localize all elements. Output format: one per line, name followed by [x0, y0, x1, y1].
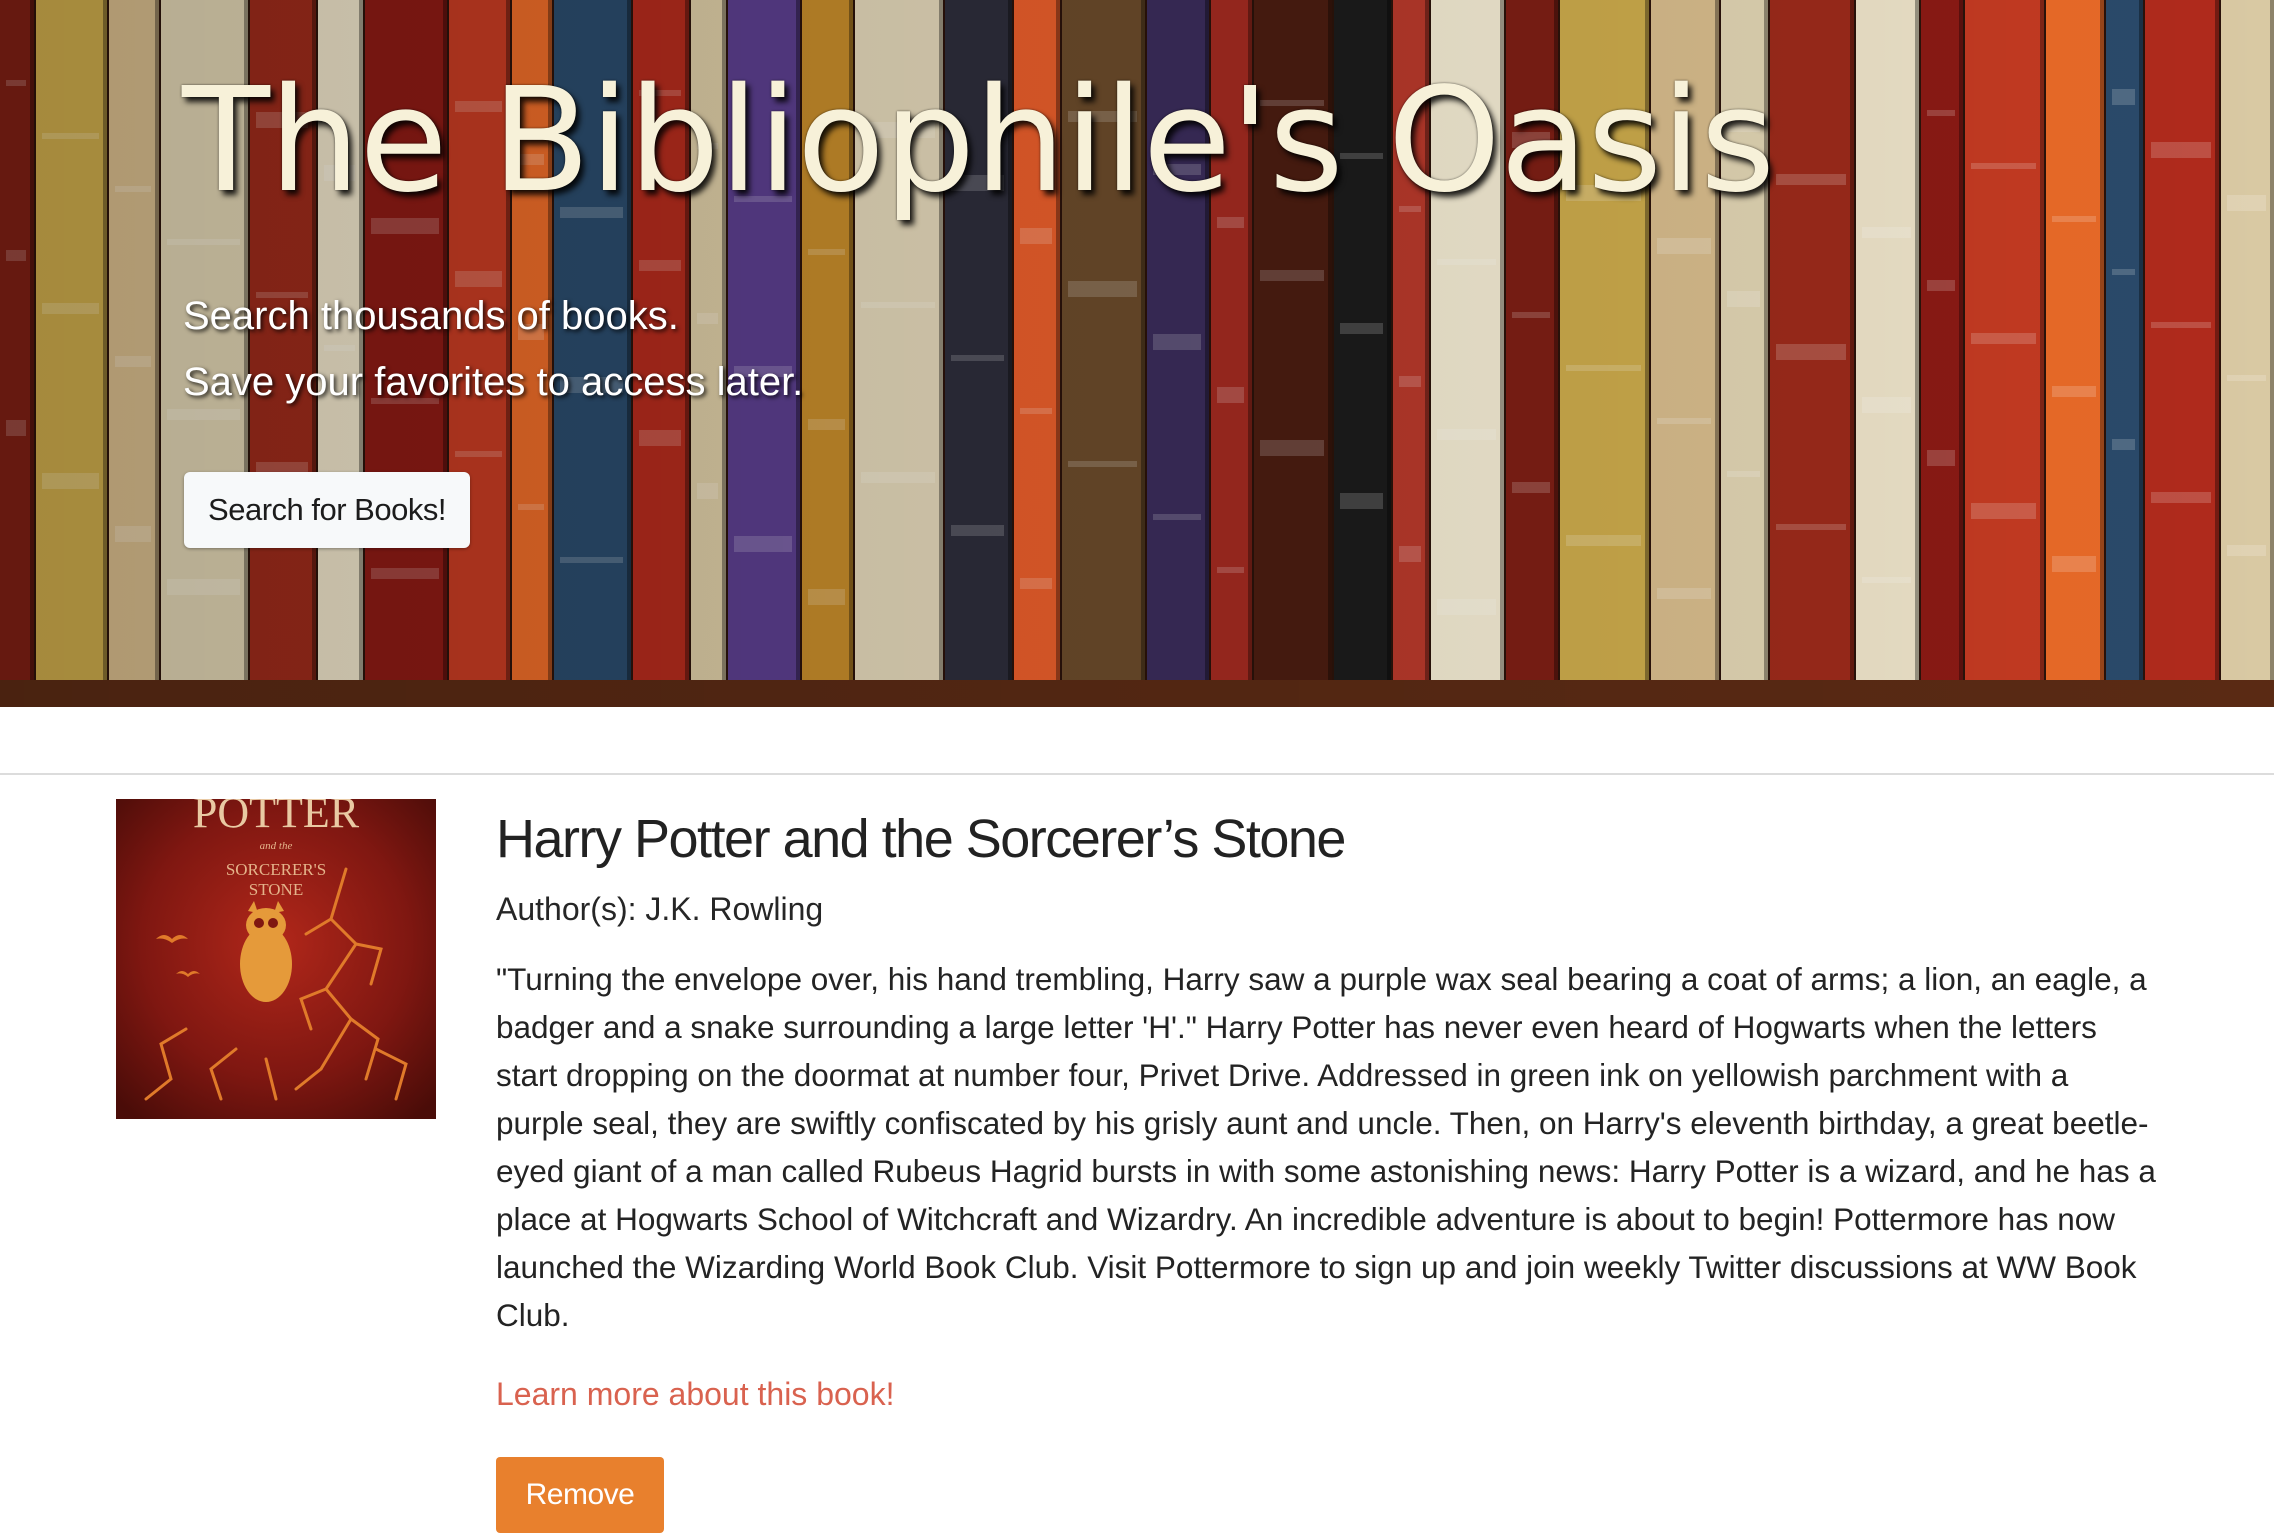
book-description: "Turning the envelope over, his hand tre… [496, 961, 2156, 1333]
book-title: Harry Potter and the Sorcerer’s Stone [496, 809, 1346, 869]
cover-title-line-4: STONE [249, 880, 303, 899]
hero-subtitle: Search thousands of books. Save your fav… [183, 283, 803, 415]
hero-subtitle-line-2: Save your favorites to access later. [183, 360, 804, 404]
hero-banner: The Bibliophile's Oasis Search thousands… [0, 0, 2274, 707]
remove-button[interactable]: Remove [496, 1457, 664, 1533]
cover-title-line-2: and the [260, 840, 293, 852]
site-title: The Bibliophile's Oasis [182, 56, 1775, 224]
saved-book-card: POTTER and the SORCERER'S STONE Harry Po… [0, 775, 2274, 1540]
cover-title-line-1: POTTER [193, 799, 360, 837]
learn-more-link[interactable]: Learn more about this book! [496, 1372, 894, 1416]
book-authors: Author(s): J.K. Rowling [496, 891, 824, 927]
cover-title-line-3: SORCERER'S [226, 860, 326, 879]
search-for-books-button[interactable]: Search for Books! [184, 472, 470, 548]
hero-subtitle-line-1: Search thousands of books. [183, 294, 679, 338]
book-cover-art: POTTER and the SORCERER'S STONE [116, 799, 436, 1119]
book-cover-image[interactable]: POTTER and the SORCERER'S STONE [116, 799, 436, 1119]
section-divider [0, 707, 2274, 775]
